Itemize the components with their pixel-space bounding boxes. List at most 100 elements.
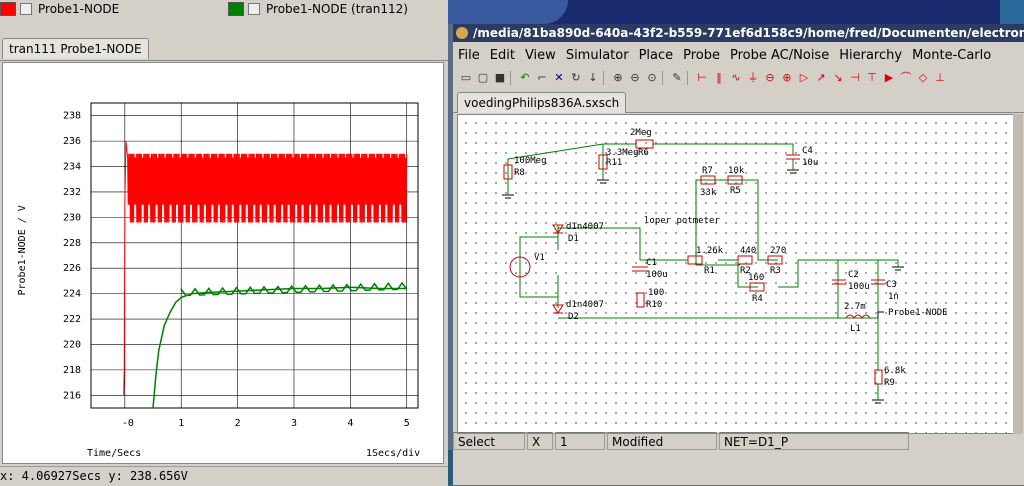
legend-swatch-green (228, 2, 244, 16)
window-title: /media/81ba890d-640a-43f2-b559-771ef6d15… (473, 26, 1024, 40)
pnp-icon[interactable]: ↘ (831, 71, 845, 85)
toolbar: ▭ ▢ ■ ↶ ⌐ ✕ ↻ ↓ ⊕ ⊖ ⊙ ✎ ⊢ ‖ ∿ ⏚ ⊖ ⊕ ▷ ↗ … (453, 68, 1024, 88)
y-tick-label: 228 (63, 238, 81, 249)
capacitor-icon[interactable]: ‖ (712, 71, 726, 85)
label-r2-value: 440 (740, 246, 756, 256)
legend-checkbox[interactable] (20, 3, 32, 15)
label-loper: loper potmeter (644, 216, 720, 226)
menu-view[interactable]: View (520, 48, 561, 63)
zoom-in-icon[interactable]: ⊕ (611, 71, 625, 85)
y-tick-label: 220 (63, 339, 81, 350)
y-tick-label: 230 (63, 212, 81, 223)
save-icon[interactable]: ■ (493, 71, 507, 85)
label-r7: R7 (702, 166, 713, 176)
port-icon[interactable]: ⊥ (933, 71, 947, 85)
label-v1: V1 (534, 253, 545, 263)
legend-label: Probe1-NODE (tran112) (266, 2, 408, 16)
status-modified: Modified (607, 432, 717, 450)
y-tick-label: 218 (63, 365, 81, 376)
label-r4: R4 (752, 294, 763, 304)
y-tick-label: 236 (63, 136, 81, 147)
menu-probe[interactable]: Probe (678, 48, 725, 63)
label-r9: R9 (884, 378, 895, 388)
status-x-label: X (527, 432, 553, 450)
label-r4-value: 160 (748, 273, 764, 283)
label-d1: D1 (568, 234, 579, 244)
legend-label: Probe1-NODE (38, 2, 120, 16)
menu-edit[interactable]: Edit (485, 48, 520, 63)
nmos-icon[interactable]: ⊣ (848, 71, 862, 85)
schematic-editor-window: /media/81ba890d-640a-43f2-b559-771ef6d15… (453, 24, 1024, 485)
app-icon[interactable] (456, 27, 468, 39)
vertical-scrollbar[interactable] (1013, 114, 1023, 434)
label-r6: R6 (638, 148, 649, 158)
label-l1-value: 2.7m (844, 302, 866, 312)
label-r1-value: 1.26k (696, 246, 724, 256)
label-c3: C3 (886, 280, 897, 290)
delete-icon[interactable]: ✕ (552, 71, 566, 85)
label-d2: D2 (568, 312, 579, 322)
y-tick-label: 224 (63, 289, 81, 300)
x-tick-label: -0 (122, 418, 134, 429)
document-tabs: voedingPhilips836A.sxsch (453, 90, 1024, 113)
ground-icon[interactable]: ⏚ (746, 71, 760, 85)
status-mode: Select (453, 432, 525, 450)
label-r10: R10 (646, 300, 662, 310)
toolbar-separator (603, 71, 608, 85)
pin-icon[interactable]: ↓ (586, 71, 600, 85)
menu-probe-ac-noise[interactable]: Probe AC/Noise (725, 48, 834, 63)
label-c3-value: 1n (888, 292, 899, 302)
toolbar-separator (510, 71, 515, 85)
schematic-canvas[interactable]: 2Meg R6 3.3Meg R11 100Meg R8 C4 10u R7 3… (457, 114, 1015, 434)
legend-checkbox[interactable] (248, 3, 260, 15)
label-d1-model: d1n4007 (566, 222, 604, 232)
tab-tran111[interactable]: tran111 Probe1-NODE (2, 38, 149, 59)
legend-item-2[interactable]: Probe1-NODE (tran112) (228, 1, 408, 17)
menu-hierarchy[interactable]: Hierarchy (834, 48, 907, 63)
legend-bar: Probe1-NODE Probe1-NODE (tran112) (0, 0, 448, 18)
r6-resistor (635, 139, 654, 149)
current-source-icon[interactable]: ⊕ (780, 71, 794, 85)
open-file-icon[interactable]: ▢ (476, 71, 490, 85)
wires (507, 143, 899, 370)
wire-icon[interactable]: ⌐ (535, 71, 549, 85)
opamp-icon[interactable]: ▶ (882, 71, 896, 85)
undo-icon[interactable]: ↶ (518, 71, 532, 85)
vcvs-icon[interactable]: ◇ (916, 71, 930, 85)
diode-icon[interactable]: ▷ (797, 71, 811, 85)
r10-resistor (636, 292, 645, 308)
pmos-icon[interactable]: ⊤ (865, 71, 879, 85)
y-tick-label: 226 (63, 263, 81, 274)
switch-icon[interactable]: ⌒ (899, 71, 913, 85)
waveform-plot[interactable]: -0 1 2 3 4 5 216 218 220 222 224 226 228 230 232 234 236… (2, 62, 444, 464)
toolbar-separator (687, 71, 692, 85)
inductor-icon[interactable]: ∿ (729, 71, 743, 85)
components (503, 139, 885, 385)
legend-item-1[interactable]: Probe1-NODE (0, 1, 119, 17)
menu-simulator[interactable]: Simulator (561, 48, 634, 63)
menu-file[interactable]: File (453, 48, 485, 63)
npn-icon[interactable]: ↗ (814, 71, 828, 85)
y-axis-label: Probe1-NODE / V (17, 205, 28, 295)
title-bar[interactable]: /media/81ba890d-640a-43f2-b559-771ef6d15… (453, 24, 1024, 42)
voltage-source-icon[interactable]: ⊖ (763, 71, 777, 85)
menu-monte-carlo[interactable]: Monte-Carlo (907, 48, 996, 63)
label-c2-value: 100u (848, 282, 870, 292)
label-c1-value: 100u (646, 270, 668, 280)
open-folder-icon[interactable]: ▭ (459, 71, 473, 85)
pencil-icon[interactable]: ✎ (670, 71, 684, 85)
label-probe: Probe1-NODE (888, 308, 948, 318)
label-r10-value: 100 (648, 288, 664, 298)
x-axis-label: Time/Secs (87, 448, 141, 459)
zoom-out-icon[interactable]: ⊖ (628, 71, 642, 85)
menu-place[interactable]: Place (634, 48, 679, 63)
tab-voedingPhilips[interactable]: voedingPhilips836A.sxsch (457, 92, 627, 113)
y-tick-label: 216 (63, 390, 81, 401)
label-r11: R11 (606, 158, 622, 168)
zoom-fit-icon[interactable]: ⊙ (645, 71, 659, 85)
menu-bar: File Edit View Simulator Place Probe Probe AC/… (453, 44, 1024, 66)
label-r9-value: 6.8k (884, 366, 906, 376)
x-tick-label: 4 (347, 418, 353, 429)
refresh-icon[interactable]: ↻ (569, 71, 583, 85)
resistor-icon[interactable]: ⊢ (695, 71, 709, 85)
